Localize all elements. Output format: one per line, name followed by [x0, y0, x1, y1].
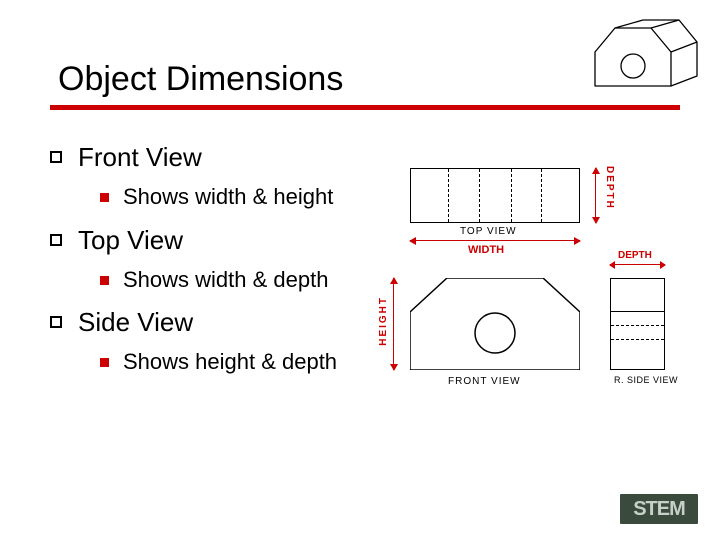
top-view-label: TOP VIEW	[460, 226, 517, 237]
outline-sublabel: Shows width & height	[123, 183, 333, 211]
outline-label: Side View	[78, 307, 193, 338]
orthographic-diagram: TOP VIEW WIDTH DEPTH FRONT VIEW HEIGHT	[400, 168, 680, 418]
title-underline	[50, 105, 680, 110]
slide-title: Object Dimensions	[50, 60, 680, 99]
text-column: Front View Shows width & height Top View…	[50, 128, 400, 418]
hollow-square-bullet-icon	[50, 234, 62, 246]
side-view-label: R. SIDE VIEW	[614, 376, 678, 386]
width-dimension-label: WIDTH	[468, 244, 504, 256]
depth-dimension-label-horizontal: DEPTH	[618, 250, 652, 261]
solid-square-bullet-icon	[100, 276, 109, 285]
front-view-box	[410, 278, 580, 370]
outline-sublabel: Shows height & depth	[123, 348, 337, 376]
depth-dimension-line-vertical	[595, 168, 596, 223]
side-view-box	[610, 278, 665, 370]
top-view-box	[410, 168, 580, 223]
stem-logo: STEM	[620, 494, 698, 524]
outline-item-front: Front View	[50, 142, 400, 173]
outline-item-top: Top View	[50, 225, 400, 256]
hollow-square-bullet-icon	[50, 316, 62, 328]
height-dimension-line	[393, 278, 394, 370]
outline-list: Front View Shows width & height Top View…	[50, 142, 400, 376]
solid-square-bullet-icon	[100, 193, 109, 202]
isometric-drawing	[587, 18, 702, 98]
outline-label: Front View	[78, 142, 202, 173]
hollow-square-bullet-icon	[50, 151, 62, 163]
outline-sub-side: Shows height & depth	[100, 348, 400, 376]
depth-dimension-label-vertical: DEPTH	[604, 166, 615, 210]
slide: Object Dimensions Front View Shows width…	[0, 0, 720, 540]
diagram-column: TOP VIEW WIDTH DEPTH FRONT VIEW HEIGHT	[400, 128, 680, 418]
depth-dimension-line-horizontal	[610, 264, 665, 265]
height-dimension-label: HEIGHT	[378, 296, 389, 346]
width-dimension-line	[410, 240, 580, 241]
outline-sublabel: Shows width & depth	[123, 266, 328, 294]
outline-item-side: Side View	[50, 307, 400, 338]
outline-sub-top: Shows width & depth	[100, 266, 400, 294]
outline-sub-front: Shows width & height	[100, 183, 400, 211]
front-view-label: FRONT VIEW	[448, 376, 521, 387]
solid-square-bullet-icon	[100, 358, 109, 367]
outline-label: Top View	[78, 225, 183, 256]
content-row: Front View Shows width & height Top View…	[50, 128, 680, 418]
